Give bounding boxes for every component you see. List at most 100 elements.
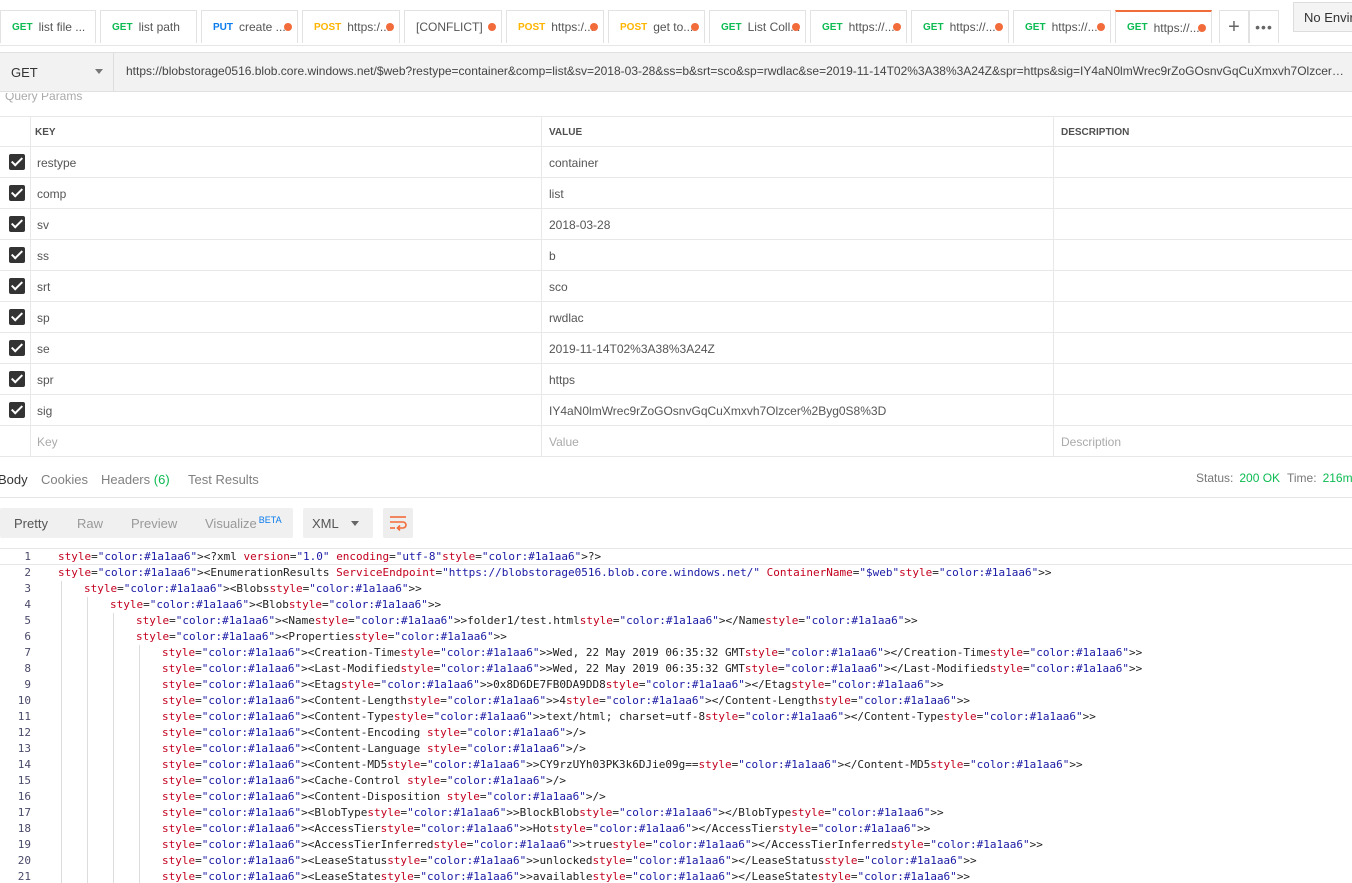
- param-key[interactable]: sig: [31, 395, 542, 426]
- param-description[interactable]: [1054, 209, 1352, 240]
- environment-selector[interactable]: No Environment: [1293, 2, 1352, 32]
- view-mode-group: Pretty Raw Preview Visualize BETA: [0, 508, 293, 538]
- param-description[interactable]: [1054, 302, 1352, 333]
- param-enabled-checkbox[interactable]: [9, 371, 25, 387]
- param-row: comp list: [0, 178, 1352, 209]
- param-enabled-checkbox[interactable]: [9, 154, 25, 170]
- visualize-button[interactable]: Visualize BETA: [205, 515, 282, 531]
- format-select[interactable]: XML: [303, 508, 373, 538]
- tab-headers[interactable]: Headers (6): [101, 472, 170, 487]
- param-key[interactable]: se: [31, 333, 542, 364]
- line-number: 3: [24, 582, 31, 595]
- param-enabled-checkbox[interactable]: [9, 247, 25, 263]
- param-check-cell: [0, 333, 31, 364]
- param-key[interactable]: spr: [31, 364, 542, 395]
- code-text: style="color:#1a1aa6"><Last-Modifiedstyl…: [162, 662, 1143, 675]
- param-value[interactable]: https: [542, 364, 1054, 395]
- param-value[interactable]: rwdlac: [542, 302, 1054, 333]
- param-description[interactable]: [1054, 178, 1352, 209]
- indent-guide: [61, 597, 62, 613]
- preview-button[interactable]: Preview: [131, 516, 177, 531]
- tab-method: POST: [314, 21, 342, 33]
- tab-body[interactable]: Body: [0, 472, 28, 487]
- param-description[interactable]: [1054, 364, 1352, 395]
- chevron-down-icon: [351, 521, 359, 526]
- param-key[interactable]: srt: [31, 271, 542, 302]
- unsaved-dot-icon: [284, 23, 292, 31]
- param-value[interactable]: list: [542, 178, 1054, 209]
- request-tab[interactable]: GET https://...: [1115, 10, 1212, 43]
- param-description[interactable]: [1054, 333, 1352, 364]
- param-enabled-checkbox[interactable]: [9, 185, 25, 201]
- unsaved-dot-icon: [386, 23, 394, 31]
- url-input[interactable]: https://blobstorage0516.blob.core.window…: [126, 64, 1352, 78]
- request-tab[interactable]: GET https://...: [1013, 10, 1111, 43]
- line-number: 1: [24, 550, 31, 563]
- param-description[interactable]: [1054, 271, 1352, 302]
- param-value[interactable]: sco: [542, 271, 1054, 302]
- request-tab[interactable]: PUT create ...: [201, 10, 298, 43]
- code-line: 4 style="color:#1a1aa6"><Blobstyle="color…: [0, 597, 1352, 613]
- param-key[interactable]: sp: [31, 302, 542, 333]
- param-key[interactable]: restype: [31, 147, 542, 178]
- request-tab[interactable]: POST https:/...: [506, 10, 604, 43]
- request-tab[interactable]: GET list path: [100, 10, 197, 43]
- param-value[interactable]: IY4aN0lmWrec9rZoGOsnvGqCuXmxvh7Olzcer%2B…: [542, 395, 1054, 426]
- wrap-lines-button[interactable]: [383, 508, 413, 538]
- param-value[interactable]: b: [542, 240, 1054, 271]
- indent-guide: [113, 693, 114, 709]
- param-description[interactable]: [1054, 240, 1352, 271]
- request-tab[interactable]: [CONFLICT]: [404, 10, 502, 43]
- param-key[interactable]: sv: [31, 209, 542, 240]
- param-description[interactable]: [1054, 395, 1352, 426]
- request-tab[interactable]: GET list file ...: [0, 10, 96, 43]
- param-value[interactable]: 2019-11-14T02%3A38%3A24Z: [542, 333, 1054, 364]
- param-check-cell: [0, 302, 31, 333]
- param-enabled-checkbox[interactable]: [9, 216, 25, 232]
- new-key-input[interactable]: Key: [31, 426, 542, 457]
- empty-check-cell: [0, 426, 31, 457]
- code-line: 1 style="color:#1a1aa6"><?xml version="1.…: [0, 549, 1352, 565]
- method-select[interactable]: GET: [0, 53, 114, 91]
- param-key[interactable]: comp: [31, 178, 542, 209]
- request-tab[interactable]: GET List Coll...: [709, 10, 806, 43]
- request-tab[interactable]: GET https://...: [911, 10, 1009, 43]
- indent-guide: [61, 773, 62, 789]
- code-text: style="color:#1a1aa6"><Namestyle="color:…: [136, 614, 918, 627]
- pretty-button[interactable]: Pretty: [14, 516, 48, 531]
- raw-button[interactable]: Raw: [77, 516, 103, 531]
- param-enabled-checkbox[interactable]: [9, 340, 25, 356]
- code-line: 20 style="color:#1a1aa6"><LeaseStatusstyl…: [0, 853, 1352, 869]
- tab-cookies[interactable]: Cookies: [41, 472, 88, 487]
- param-value[interactable]: 2018-03-28: [542, 209, 1054, 240]
- code-text: style="color:#1a1aa6"><Propertiesstyle="…: [136, 630, 507, 643]
- new-description-input[interactable]: Description: [1054, 426, 1352, 457]
- param-enabled-checkbox[interactable]: [9, 402, 25, 418]
- new-tab-button[interactable]: +: [1219, 10, 1249, 43]
- code-line: 6 style="color:#1a1aa6"><Propertiesstyle=…: [0, 629, 1352, 645]
- tab-test-results[interactable]: Test Results: [188, 472, 259, 487]
- param-enabled-checkbox[interactable]: [9, 309, 25, 325]
- code-lines: 1 style="color:#1a1aa6"><?xml version="1.…: [0, 549, 1352, 883]
- line-number: 20: [17, 854, 31, 867]
- param-key[interactable]: ss: [31, 240, 542, 271]
- code-line: 9 style="color:#1a1aa6"><Etagstyle="color…: [0, 677, 1352, 693]
- request-tab[interactable]: POST https:/...: [302, 10, 400, 43]
- more-tabs-button[interactable]: •••: [1249, 10, 1279, 43]
- param-row: sp rwdlac: [0, 302, 1352, 333]
- new-value-input[interactable]: Value: [542, 426, 1054, 457]
- response-body-code[interactable]: 1 style="color:#1a1aa6"><?xml version="1.…: [0, 548, 1352, 883]
- indent-guide: [87, 757, 88, 773]
- line-number: 11: [17, 710, 31, 723]
- tab-label: https:/...: [551, 20, 594, 34]
- param-value[interactable]: container: [542, 147, 1054, 178]
- line-number: 9: [24, 678, 31, 691]
- code-text: style="color:#1a1aa6"><Content-Typestyle…: [162, 710, 1096, 723]
- param-description[interactable]: [1054, 147, 1352, 178]
- indent-guide: [87, 853, 88, 869]
- request-tab[interactable]: GET https://...: [810, 10, 907, 43]
- indent-guide: [61, 869, 62, 883]
- tab-label: get to...: [653, 20, 694, 34]
- request-tab[interactable]: POST get to...: [608, 10, 705, 43]
- param-enabled-checkbox[interactable]: [9, 278, 25, 294]
